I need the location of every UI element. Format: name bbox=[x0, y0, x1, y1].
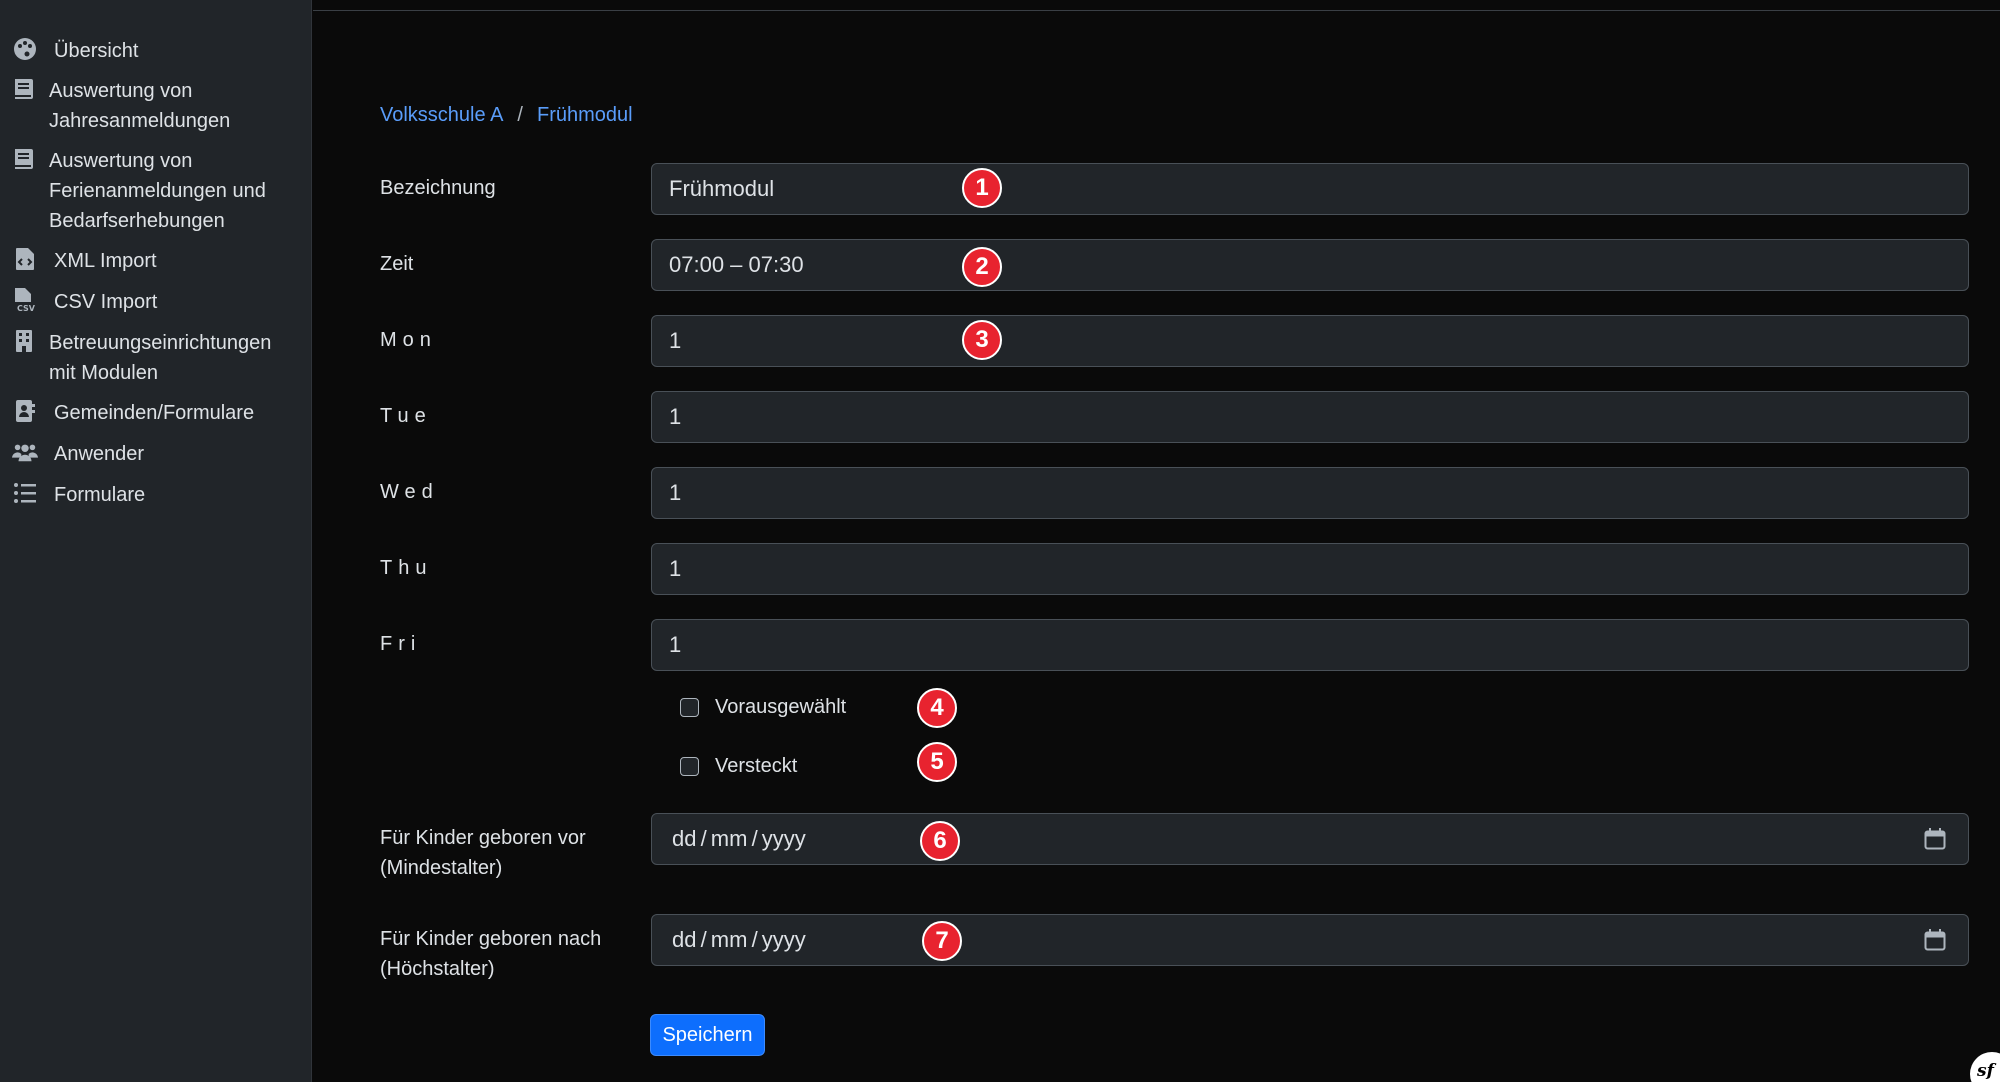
sidebar: Übersicht Auswertung von Jahresanmeldung… bbox=[0, 0, 312, 1082]
sidebar-item-betreuungseinrichtungen[interactable]: Betreuungseinrichtungen mit Modulen bbox=[11, 328, 271, 388]
sidebar-item-formulare[interactable]: Formulare bbox=[12, 480, 145, 510]
thu-input[interactable] bbox=[651, 543, 1969, 595]
sidebar-item-label: Betreuungseinrichtungen mit Modulen bbox=[49, 332, 272, 384]
mindestalter-date-input[interactable]: dd / mm / yyyy bbox=[651, 813, 1969, 865]
wed-input[interactable] bbox=[651, 467, 1969, 519]
breadcrumb: Volksschule A / Frühmodul bbox=[380, 102, 633, 128]
vorausgewaehlt-row: Vorausgewählt bbox=[680, 696, 846, 719]
bezeichnung-label: Bezeichnung bbox=[380, 177, 496, 199]
top-divider bbox=[313, 0, 2000, 11]
list-icon bbox=[12, 480, 38, 506]
vorausgewaehlt-label[interactable]: Vorausgewählt bbox=[715, 696, 846, 719]
breadcrumb-link-fruehmodul[interactable]: Frühmodul bbox=[537, 102, 633, 128]
hoechstalter-date-input[interactable]: dd / mm / yyyy bbox=[651, 914, 1969, 966]
address-book-icon bbox=[12, 398, 38, 424]
mindestalter-date-placeholder: dd / mm / yyyy bbox=[672, 826, 806, 851]
sidebar-item-label: Formulare bbox=[54, 484, 146, 506]
hoechstalter-date-placeholder: dd / mm / yyyy bbox=[672, 927, 806, 952]
wed-label: Wed bbox=[380, 481, 439, 503]
annotation-badge-7: 7 bbox=[922, 921, 962, 961]
hoechstalter-label: Für Kinder geboren nach (Höchstalter) bbox=[380, 928, 602, 980]
calendar-icon[interactable] bbox=[1922, 927, 1948, 953]
annotation-badge-5: 5 bbox=[917, 742, 957, 782]
sidebar-item-csv-import[interactable]: CSV CSV Import bbox=[12, 287, 157, 317]
save-button[interactable]: Speichern bbox=[650, 1014, 765, 1056]
app-window: Übersicht Auswertung von Jahresanmeldung… bbox=[0, 0, 2000, 1082]
symfony-toolbar-logo[interactable]: sf bbox=[1970, 1052, 2000, 1082]
book-icon bbox=[11, 146, 37, 172]
sidebar-item-label: CSV Import bbox=[54, 291, 158, 313]
annotation-badge-2: 2 bbox=[962, 247, 1002, 287]
zeit-label: Zeit bbox=[380, 253, 414, 275]
sidebar-item-xml-import[interactable]: XML Import bbox=[12, 246, 157, 276]
sidebar-item-uebersicht[interactable]: Übersicht bbox=[12, 36, 138, 66]
fri-label: Fri bbox=[380, 633, 422, 655]
mindestalter-label: Für Kinder geboren vor (Mindestalter) bbox=[380, 827, 586, 879]
sidebar-item-label: XML Import bbox=[54, 250, 157, 272]
breadcrumb-separator: / bbox=[517, 104, 523, 126]
vorausgewaehlt-checkbox[interactable] bbox=[680, 698, 699, 717]
svg-text:CSV: CSV bbox=[17, 304, 36, 313]
file-code-icon bbox=[12, 246, 38, 272]
sidebar-item-label: Auswertung von Ferienanmeldungen und Bed… bbox=[49, 150, 266, 232]
tue-input[interactable] bbox=[651, 391, 1969, 443]
sidebar-item-label: Gemeinden/Formulare bbox=[54, 402, 255, 424]
zeit-input[interactable] bbox=[651, 239, 1969, 291]
bezeichnung-input[interactable] bbox=[651, 163, 1969, 215]
sidebar-item-label: Auswertung von Jahresanmeldungen bbox=[49, 80, 231, 132]
mon-label: Mon bbox=[380, 329, 437, 351]
building-icon bbox=[11, 328, 37, 354]
versteckt-row: Versteckt bbox=[680, 755, 797, 778]
thu-label: Thu bbox=[380, 557, 433, 579]
book-icon bbox=[11, 76, 37, 102]
breadcrumb-link-volksschule[interactable]: Volksschule A bbox=[380, 102, 503, 128]
annotation-badge-1: 1 bbox=[962, 168, 1002, 208]
users-icon bbox=[12, 439, 38, 465]
annotation-badge-3: 3 bbox=[962, 320, 1002, 360]
annotation-badge-6: 6 bbox=[920, 821, 960, 861]
fri-input[interactable] bbox=[651, 619, 1969, 671]
mon-input[interactable] bbox=[651, 315, 1969, 367]
sidebar-item-anwender[interactable]: Anwender bbox=[12, 439, 144, 469]
file-csv-icon: CSV bbox=[12, 287, 38, 313]
sidebar-item-label: Anwender bbox=[54, 443, 145, 465]
sidebar-item-gemeinden[interactable]: Gemeinden/Formulare bbox=[12, 398, 254, 428]
calendar-icon[interactable] bbox=[1922, 826, 1948, 852]
versteckt-checkbox[interactable] bbox=[680, 757, 699, 776]
versteckt-label[interactable]: Versteckt bbox=[715, 755, 797, 778]
tue-label: Tue bbox=[380, 405, 432, 427]
sidebar-item-label: Übersicht bbox=[54, 40, 139, 62]
sidebar-item-ferienanmeldungen[interactable]: Auswertung von Ferienanmeldungen und Bed… bbox=[11, 146, 266, 236]
annotation-badge-4: 4 bbox=[917, 688, 957, 728]
palette-icon bbox=[12, 36, 38, 62]
sidebar-item-jahresanmeldungen[interactable]: Auswertung von Jahresanmeldungen bbox=[11, 76, 230, 136]
